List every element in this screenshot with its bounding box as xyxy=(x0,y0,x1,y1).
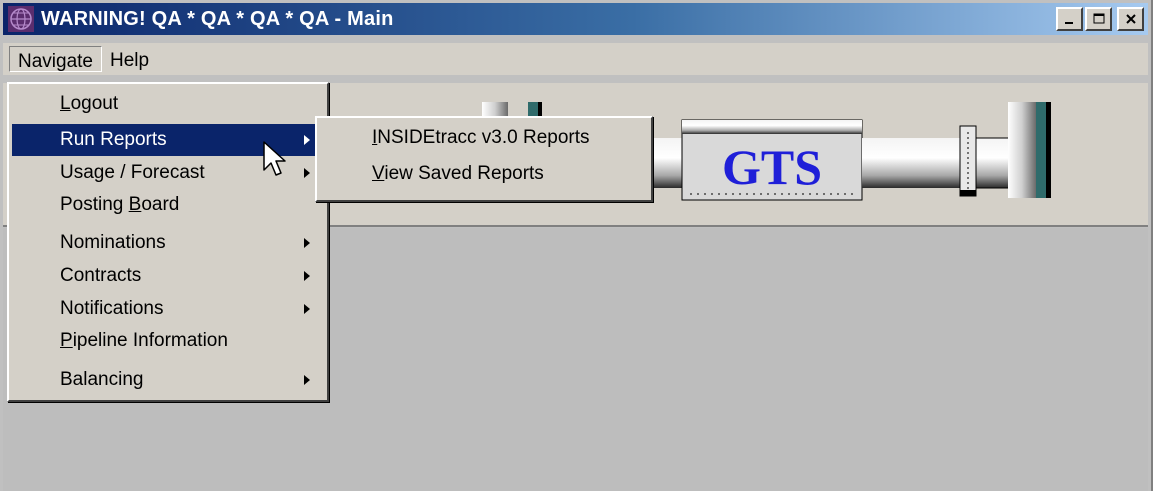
mouse-pointer-icon xyxy=(263,141,286,176)
submenu-arrow-icon xyxy=(304,271,310,281)
maximize-icon xyxy=(1093,13,1104,24)
menu-item-posting-board-pre: Posting xyxy=(60,194,129,215)
menu-help[interactable]: Help xyxy=(102,46,157,72)
app-globe-icon xyxy=(8,6,34,32)
menu-item-contracts-label: Contracts xyxy=(60,265,142,286)
submenu-item-insidetracc-label: NSIDEtracc v3.0 Reports xyxy=(377,127,590,148)
menu-item-run-reports-label: Run Reports xyxy=(60,129,167,150)
menu-item-pipeline-information-label: ipeline Information xyxy=(72,330,228,351)
submenu-item-insidetracc-reports[interactable]: INSIDEtracc v3.0 Reports xyxy=(320,122,648,154)
menu-item-pipeline-information[interactable]: Pipeline Information xyxy=(12,325,324,357)
menu-item-nominations[interactable]: Nominations xyxy=(12,227,324,259)
logo-text: GTS xyxy=(722,139,822,195)
submenu-arrow-icon xyxy=(304,135,310,145)
menu-item-balancing-label: Balancing xyxy=(60,369,144,390)
menu-navigate-label: Navigate xyxy=(18,51,93,72)
menu-item-logout-label: ogout xyxy=(70,93,119,114)
title-bar[interactable]: WARNING! QA * QA * QA * QA - Main xyxy=(3,3,1148,35)
menu-item-notifications-label: Notifications xyxy=(60,298,164,319)
menu-item-contracts[interactable]: Contracts xyxy=(12,260,324,292)
minimize-button[interactable] xyxy=(1056,7,1083,31)
submenu-arrow-icon xyxy=(304,304,310,314)
navigate-menu: Logout Run Reports Usage / Forecast Post… xyxy=(7,82,329,402)
menu-navigate[interactable]: Navigate xyxy=(9,46,102,72)
submenu-arrow-icon xyxy=(304,168,310,178)
menu-item-usage-forecast-label: Usage / Forecast xyxy=(60,162,205,183)
menu-item-logout-mnemonic: L xyxy=(60,93,71,114)
menu-item-posting-board-post: oard xyxy=(141,194,180,215)
maximize-button[interactable] xyxy=(1085,7,1112,31)
close-button[interactable] xyxy=(1117,7,1144,31)
menu-item-posting-board-mnemonic: B xyxy=(128,194,142,215)
menu-help-label: Help xyxy=(110,50,150,71)
submenu-item-view-saved-mnemonic: V xyxy=(372,163,385,184)
submenu-arrow-icon xyxy=(304,375,310,385)
submenu-arrow-icon xyxy=(304,238,310,248)
submenu-item-view-saved-label: iew Saved Reports xyxy=(384,163,544,184)
menu-bar: Navigate Help xyxy=(3,43,1148,75)
menu-item-notifications[interactable]: Notifications xyxy=(12,293,324,325)
menu-item-balancing[interactable]: Balancing xyxy=(12,364,324,396)
minimize-icon xyxy=(1064,22,1073,24)
window-title: WARNING! QA * QA * QA * QA - Main xyxy=(41,7,394,30)
menu-item-logout[interactable]: Logout xyxy=(12,88,324,120)
submenu-item-view-saved-reports[interactable]: View Saved Reports xyxy=(320,158,648,190)
close-icon xyxy=(1125,14,1136,24)
menu-item-posting-board[interactable]: Posting Board xyxy=(12,189,324,221)
menu-item-nominations-label: Nominations xyxy=(60,232,166,253)
menu-item-pipeline-information-mnemonic: P xyxy=(60,330,73,351)
caption-buttons xyxy=(1056,7,1144,31)
run-reports-submenu: INSIDEtracc v3.0 Reports View Saved Repo… xyxy=(315,116,653,202)
